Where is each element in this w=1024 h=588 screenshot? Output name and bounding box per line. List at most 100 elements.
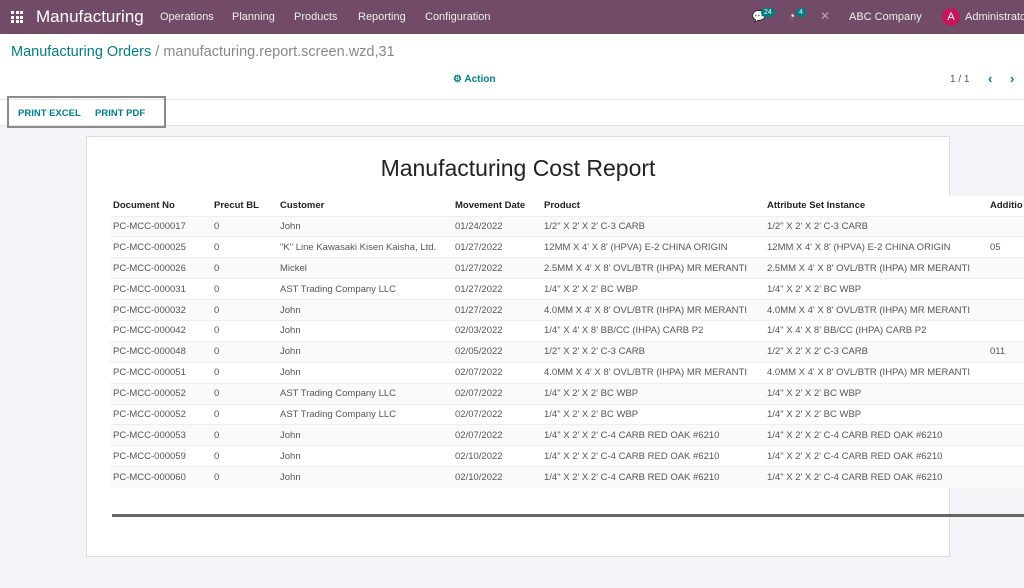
- table-cell: PC-MCC-000031: [110, 278, 211, 300]
- table-row[interactable]: PC-MCC-000032 0 John 01/27/2022 4.0MM X 4' X…: [110, 299, 1024, 321]
- button-bar: PRINT EXCEL PRINT PDF: [0, 96, 1024, 128]
- table-cell: PC-MCC-000032: [110, 299, 211, 321]
- table-cell: 1/2" X 2' X 2' C-3 CARB: [764, 340, 987, 363]
- gear-icon: ⚙: [453, 74, 462, 85]
- table-cell: 1/4" X 2' X 2' BC WBP: [764, 278, 987, 300]
- table-row[interactable]: PC-MCC-000052 0 AST Trading Company LLC 02/…: [110, 382, 1024, 405]
- column-header[interactable]: Movement Date: [452, 196, 541, 216]
- menu-operations[interactable]: Operations: [160, 11, 214, 23]
- table-cell: 02/03/2022: [452, 319, 541, 342]
- table-row[interactable]: PC-MCC-000048 0 John 02/05/2022 1/2" X 2' X …: [110, 340, 1024, 363]
- menu-configuration[interactable]: Configuration: [425, 11, 490, 23]
- table-cell: [987, 361, 1024, 384]
- table-cell: 1/2" X 2' X 2' C-3 CARB: [541, 215, 764, 237]
- table-cell: 12MM X 4' X 8' (HPVA) E-2 CHINA ORIGIN: [541, 236, 764, 258]
- action-label: Action: [464, 74, 496, 85]
- breadcrumb-parent[interactable]: Manufacturing Orders: [11, 44, 151, 60]
- table-cell: 05: [987, 236, 1024, 258]
- print-excel-button[interactable]: PRINT EXCEL: [18, 108, 81, 119]
- menu-products[interactable]: Products: [294, 11, 337, 23]
- control-panel: Manufacturing Orders / manufacturing.rep…: [0, 34, 1024, 100]
- table-cell: 2.5MM X 4' X 8' OVL/BTR (IHPA) MR MERANT…: [541, 257, 764, 279]
- table-cell: 1/4" X 2' X 2' BC WBP: [764, 403, 987, 425]
- table-cell: 02/10/2022: [452, 445, 541, 467]
- column-header[interactable]: Precut BL: [211, 196, 277, 216]
- table-cell: [987, 299, 1024, 321]
- table-row[interactable]: PC-MCC-000026 0 Mickel 01/27/2022 2.5MM X 4'…: [110, 257, 1024, 279]
- print-pdf-button[interactable]: PRINT PDF: [95, 108, 145, 119]
- messages-badge: 24: [761, 8, 775, 17]
- table-cell: PC-MCC-000051: [110, 361, 211, 384]
- avatar[interactable]: A: [942, 8, 960, 26]
- table-cell: [987, 424, 1024, 446]
- table-row[interactable]: PC-MCC-000051 0 John 02/07/2022 4.0MM X 4' X…: [110, 361, 1024, 384]
- table-cell: AST Trading Company LLC: [277, 403, 452, 425]
- horizontal-scrollbar[interactable]: [112, 514, 1024, 517]
- pager-value[interactable]: 1 / 1: [950, 74, 969, 85]
- table-cell: [987, 257, 1024, 279]
- table-row[interactable]: PC-MCC-000031 0 AST Trading Company LLC 01/…: [110, 278, 1024, 300]
- table-cell: PC-MCC-000060: [110, 466, 211, 488]
- table-row[interactable]: PC-MCC-000052 0 AST Trading Company LLC 02/…: [110, 403, 1024, 425]
- column-header[interactable]: Product: [541, 196, 764, 216]
- menu-reporting[interactable]: Reporting: [358, 11, 406, 23]
- table-row[interactable]: PC-MCC-000025 0 "K" Line Kawasaki Kisen Ka…: [110, 236, 1024, 258]
- table-cell: [987, 403, 1024, 425]
- table-cell: 1/4" X 2' X 2' C-4 CARB RED OAK #6210: [764, 424, 987, 446]
- table-cell: John: [277, 424, 452, 446]
- column-header[interactable]: Additio: [987, 196, 1024, 216]
- table-cell: [987, 319, 1024, 342]
- chevron-right-icon[interactable]: ›: [1010, 71, 1014, 86]
- table-row[interactable]: PC-MCC-000059 0 John 02/10/2022 1/4" X 2' X …: [110, 445, 1024, 467]
- table-cell: 1/2" X 2' X 2' C-3 CARB: [764, 215, 987, 237]
- table-row[interactable]: PC-MCC-000053 0 John 02/07/2022 1/4" X 2' X …: [110, 424, 1024, 446]
- table-cell: 4.0MM X 4' X 8' OVL/BTR (IHPA) MR MERANT…: [764, 361, 987, 384]
- app-title[interactable]: Manufacturing: [36, 7, 144, 27]
- table-cell: John: [277, 215, 452, 237]
- action-button[interactable]: ⚙ Action: [453, 74, 496, 85]
- column-header[interactable]: Customer: [277, 196, 452, 216]
- table-cell: 0: [211, 215, 277, 237]
- table-cell: 01/24/2022: [452, 215, 541, 237]
- table-cell: 4.0MM X 4' X 8' OVL/BTR (IHPA) MR MERANT…: [764, 299, 987, 321]
- table-cell: 1/4" X 2' X 2' C-4 CARB RED OAK #6210: [541, 424, 764, 446]
- table-cell: 02/07/2022: [452, 424, 541, 446]
- table-cell: 1/4" X 2' X 2' C-4 CARB RED OAK #6210: [541, 445, 764, 467]
- column-header[interactable]: Attribute Set Instance: [764, 196, 987, 216]
- table-header: Document No Precut BL Customer Movement Dat…: [110, 196, 1024, 216]
- table-cell: "K" Line Kawasaki Kisen Kaisha, Ltd.: [277, 236, 452, 258]
- table-cell: 02/07/2022: [452, 382, 541, 405]
- column-header[interactable]: Document No: [110, 196, 211, 216]
- table-cell: 0: [211, 403, 277, 425]
- company-switcher[interactable]: ABC Company: [849, 11, 922, 23]
- table-row[interactable]: PC-MCC-000017 0 John 01/24/2022 1/2" X 2' X …: [110, 215, 1024, 237]
- table-cell: 4.0MM X 4' X 8' OVL/BTR (IHPA) MR MERANT…: [541, 361, 764, 384]
- apps-grid-icon[interactable]: [11, 11, 23, 23]
- table-cell: 0: [211, 299, 277, 321]
- table-cell: [987, 215, 1024, 237]
- user-menu[interactable]: Administrator: [965, 11, 1024, 23]
- table-cell: PC-MCC-000025: [110, 236, 211, 258]
- menu-planning[interactable]: Planning: [232, 11, 275, 23]
- chevron-left-icon[interactable]: ‹: [988, 71, 992, 86]
- table-cell: John: [277, 340, 452, 363]
- table-cell: 12MM X 4' X 8' (HPVA) E-2 CHINA ORIGIN: [764, 236, 987, 258]
- table-cell: [987, 445, 1024, 467]
- table-cell: John: [277, 319, 452, 342]
- table-cell: 02/07/2022: [452, 361, 541, 384]
- table-cell: 01/27/2022: [452, 299, 541, 321]
- table-row[interactable]: PC-MCC-000060 0 John 02/10/2022 1/4" X 2' X …: [110, 466, 1024, 488]
- table-cell: 0: [211, 319, 277, 342]
- tools-icon[interactable]: ✕: [820, 9, 830, 23]
- table-cell: Mickel: [277, 257, 452, 279]
- activities-badge: 4: [796, 8, 806, 17]
- breadcrumb: Manufacturing Orders / manufacturing.rep…: [11, 44, 395, 60]
- table-cell: 0: [211, 382, 277, 405]
- table-cell: 02/05/2022: [452, 340, 541, 363]
- table-cell: AST Trading Company LLC: [277, 278, 452, 300]
- table-cell: 1/4" X 2' X 2' BC WBP: [541, 278, 764, 300]
- table-row[interactable]: PC-MCC-000042 0 John 02/03/2022 1/4" X 4' X …: [110, 319, 1024, 342]
- table-cell: 0: [211, 257, 277, 279]
- table-cell: 1/4" X 2' X 2' C-4 CARB RED OAK #6210: [764, 445, 987, 467]
- activity-clock-icon[interactable]: ◔: [788, 9, 795, 23]
